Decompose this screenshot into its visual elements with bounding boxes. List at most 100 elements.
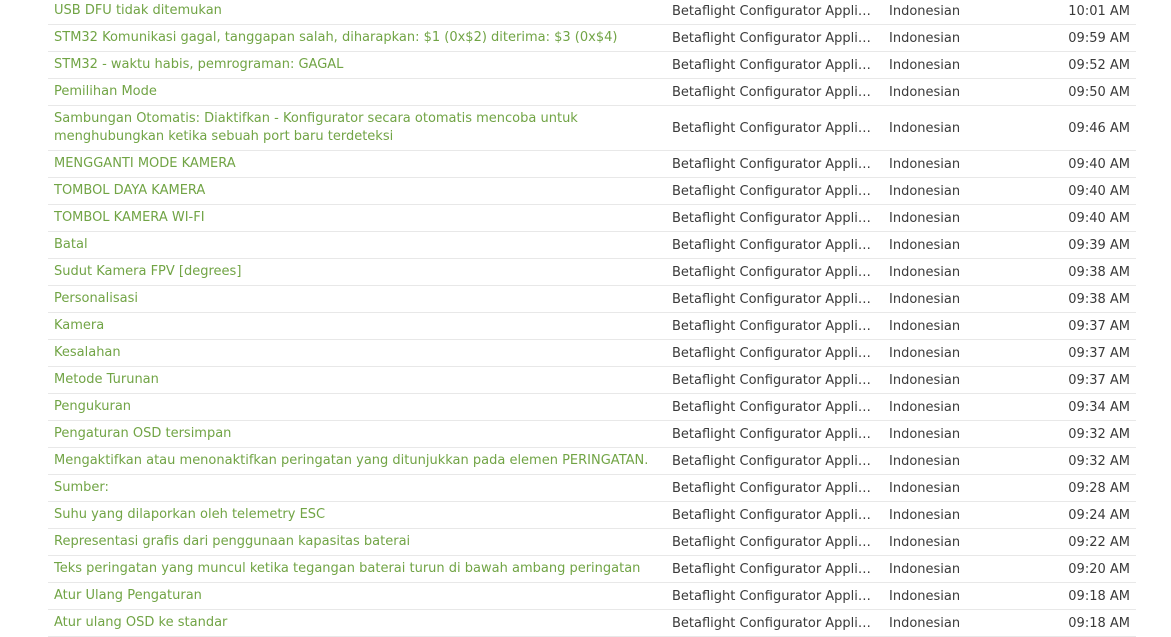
- project-name: Betaflight Configurator Applicati...: [672, 264, 877, 280]
- string-link[interactable]: Suhu yang dilaporkan oleh telemetry ESC: [54, 507, 325, 522]
- string-link[interactable]: Sambungan Otomatis: Diaktifkan - Konfigu…: [54, 111, 578, 144]
- timestamp: 09:40 AM: [1068, 183, 1130, 199]
- project-name: Betaflight Configurator Applicati...: [672, 3, 877, 19]
- timestamp: 09:52 AM: [1068, 57, 1130, 73]
- project-name: Betaflight Configurator Applicati...: [672, 453, 877, 469]
- language-name: Indonesian: [889, 372, 961, 388]
- project-name: Betaflight Configurator Applicati...: [672, 561, 877, 577]
- string-link[interactable]: Mengaktifkan atau menonaktifkan peringat…: [54, 453, 648, 468]
- timestamp: 09:46 AM: [1068, 120, 1130, 136]
- string-link[interactable]: Atur ulang OSD ke standar: [54, 615, 227, 630]
- project-name: Betaflight Configurator Applicati...: [672, 345, 877, 361]
- project-name: Betaflight Configurator Applicati...: [672, 210, 877, 226]
- timestamp: 09:40 AM: [1068, 156, 1130, 172]
- string-link[interactable]: Sumber:: [54, 480, 109, 495]
- project-name: Betaflight Configurator Applicati...: [672, 534, 877, 550]
- table-row: MENGGANTI MODE KAMERA Betaflight Configu…: [48, 151, 1136, 178]
- project-name: Betaflight Configurator Applicati...: [672, 183, 877, 199]
- language-name: Indonesian: [889, 507, 961, 523]
- table-row: Kesalahan Betaflight Configurator Applic…: [48, 340, 1136, 367]
- language-name: Indonesian: [889, 57, 961, 73]
- language-name: Indonesian: [889, 291, 961, 307]
- timestamp: 09:38 AM: [1068, 264, 1130, 280]
- language-name: Indonesian: [889, 399, 961, 415]
- project-name: Betaflight Configurator Applicati...: [672, 615, 877, 631]
- string-cell: Suhu yang dilaporkan oleh telemetry ESC: [48, 506, 660, 524]
- string-link[interactable]: STM32 Komunikasi gagal, tanggapan salah,…: [54, 30, 617, 45]
- language-name: Indonesian: [889, 588, 961, 604]
- table-row: Representasi grafis dari penggunaan kapa…: [48, 529, 1136, 556]
- string-cell: Personalisasi: [48, 290, 660, 308]
- string-link[interactable]: Kamera: [54, 318, 104, 333]
- string-link[interactable]: Teks peringatan yang muncul ketika tegan…: [54, 561, 640, 576]
- timestamp: 10:01 AM: [1068, 3, 1130, 19]
- timestamp: 09:18 AM: [1068, 615, 1130, 631]
- language-name: Indonesian: [889, 3, 961, 19]
- project-name: Betaflight Configurator Applicati...: [672, 156, 877, 172]
- string-cell: Sambungan Otomatis: Diaktifkan - Konfigu…: [48, 110, 660, 146]
- timestamp: 09:59 AM: [1068, 30, 1130, 46]
- string-link[interactable]: TOMBOL KAMERA WI-FI: [54, 210, 205, 225]
- table-row: STM32 Komunikasi gagal, tanggapan salah,…: [48, 25, 1136, 52]
- table-row: TOMBOL KAMERA WI-FI Betaflight Configura…: [48, 205, 1136, 232]
- string-link[interactable]: Kesalahan: [54, 345, 121, 360]
- string-link[interactable]: Pemilihan Mode: [54, 84, 157, 99]
- language-name: Indonesian: [889, 30, 961, 46]
- project-name: Betaflight Configurator Applicati...: [672, 426, 877, 442]
- language-name: Indonesian: [889, 84, 961, 100]
- string-link[interactable]: Batal: [54, 237, 88, 252]
- project-name: Betaflight Configurator Applicati...: [672, 237, 877, 253]
- table-row: Pengaturan OSD tersimpan Betaflight Conf…: [48, 421, 1136, 448]
- table-row: Pemilihan Mode Betaflight Configurator A…: [48, 79, 1136, 106]
- string-link[interactable]: Sudut Kamera FPV [degrees]: [54, 264, 241, 279]
- string-link[interactable]: Atur Ulang Pengaturan: [54, 588, 202, 603]
- string-link[interactable]: TOMBOL DAYA KAMERA: [54, 183, 205, 198]
- string-link[interactable]: STM32 - waktu habis, pemrograman: GAGAL: [54, 57, 343, 72]
- string-cell: STM32 Komunikasi gagal, tanggapan salah,…: [48, 29, 660, 47]
- language-name: Indonesian: [889, 210, 961, 226]
- project-name: Betaflight Configurator Applicati...: [672, 84, 877, 100]
- table-row: USB DFU tidak ditemukan Betaflight Confi…: [48, 0, 1136, 25]
- table-row: Metode Turunan Betaflight Configurator A…: [48, 367, 1136, 394]
- table-row: Sudut Kamera FPV [degrees] Betaflight Co…: [48, 259, 1136, 286]
- string-cell: MENGGANTI MODE KAMERA: [48, 155, 660, 173]
- timestamp: 09:50 AM: [1068, 84, 1130, 100]
- string-cell: Atur Ulang Pengaturan: [48, 587, 660, 605]
- string-link[interactable]: USB DFU tidak ditemukan: [54, 3, 222, 18]
- language-name: Indonesian: [889, 264, 961, 280]
- string-cell: Sudut Kamera FPV [degrees]: [48, 263, 660, 281]
- string-link[interactable]: Personalisasi: [54, 291, 138, 306]
- string-cell: Pengukuran: [48, 398, 660, 416]
- string-link[interactable]: Representasi grafis dari penggunaan kapa…: [54, 534, 410, 549]
- project-name: Betaflight Configurator Applicati...: [672, 480, 877, 496]
- project-name: Betaflight Configurator Applicati...: [672, 372, 877, 388]
- string-cell: TOMBOL KAMERA WI-FI: [48, 209, 660, 227]
- table-row: STM32 - waktu habis, pemrograman: GAGAL …: [48, 52, 1136, 79]
- string-link[interactable]: Metode Turunan: [54, 372, 159, 387]
- string-link[interactable]: MENGGANTI MODE KAMERA: [54, 156, 236, 171]
- table-row: Atur Ulang Pengaturan Betaflight Configu…: [48, 583, 1136, 610]
- language-name: Indonesian: [889, 318, 961, 334]
- timestamp: 09:32 AM: [1068, 453, 1130, 469]
- string-cell: TOMBOL DAYA KAMERA: [48, 182, 660, 200]
- timestamp: 09:40 AM: [1068, 210, 1130, 226]
- language-name: Indonesian: [889, 615, 961, 631]
- table-row: Personalisasi Betaflight Configurator Ap…: [48, 286, 1136, 313]
- project-name: Betaflight Configurator Applicati...: [672, 399, 877, 415]
- project-name: Betaflight Configurator Applicati...: [672, 57, 877, 73]
- table-row: TOMBOL DAYA KAMERA Betaflight Configurat…: [48, 178, 1136, 205]
- activity-table: USB DFU tidak ditemukan Betaflight Confi…: [48, 0, 1136, 637]
- string-link[interactable]: Pengukuran: [54, 399, 131, 414]
- string-link[interactable]: Pengaturan OSD tersimpan: [54, 426, 231, 441]
- string-cell: Pemilihan Mode: [48, 83, 660, 101]
- string-cell: USB DFU tidak ditemukan: [48, 2, 660, 20]
- string-cell: Kesalahan: [48, 344, 660, 362]
- timestamp: 09:24 AM: [1068, 507, 1130, 523]
- language-name: Indonesian: [889, 534, 961, 550]
- timestamp: 09:37 AM: [1068, 318, 1130, 334]
- language-name: Indonesian: [889, 480, 961, 496]
- string-cell: Mengaktifkan atau menonaktifkan peringat…: [48, 452, 660, 470]
- language-name: Indonesian: [889, 156, 961, 172]
- language-name: Indonesian: [889, 183, 961, 199]
- language-name: Indonesian: [889, 426, 961, 442]
